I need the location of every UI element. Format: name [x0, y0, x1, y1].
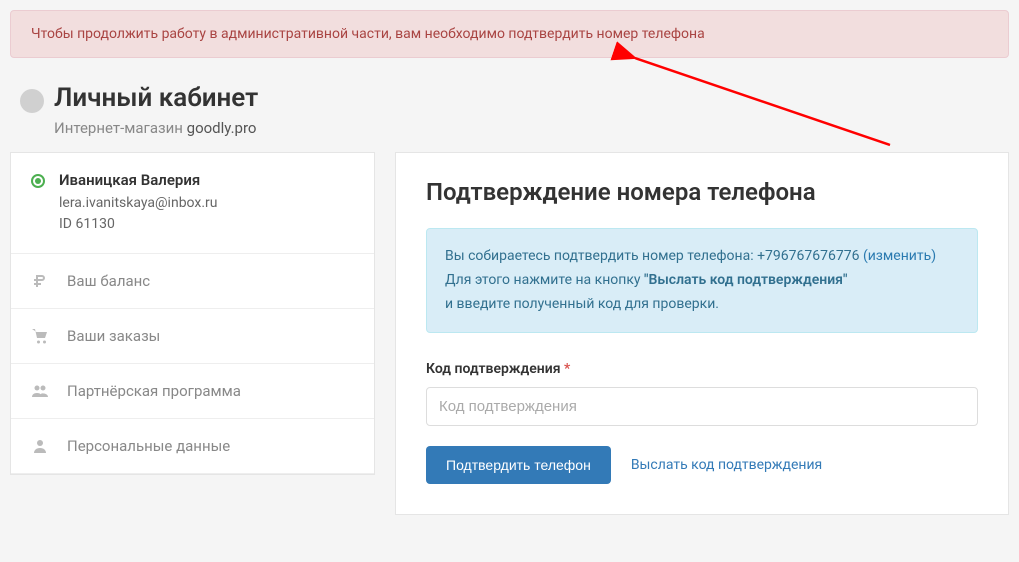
main-panel: Подтверждение номера телефона Вы собирае…: [395, 152, 1009, 515]
ruble-icon: [31, 273, 49, 289]
code-input[interactable]: [426, 387, 978, 426]
main-title: Подтверждение номера телефона: [426, 178, 978, 206]
sidebar-item-balance[interactable]: Ваш баланс: [11, 254, 374, 309]
user-id: ID 61130: [59, 214, 218, 235]
info-box: Вы собираетесь подтвердить номер телефон…: [426, 228, 978, 333]
users-icon: [31, 383, 49, 399]
sidebar-user-block: Иваницкая Валерия lera.ivanitskaya@inbox…: [11, 153, 374, 254]
sidebar-item-personal[interactable]: Персональные данные: [11, 419, 374, 474]
avatar-icon: [20, 89, 44, 113]
shop-domain: goodly.pro: [187, 119, 257, 137]
alert-text: Чтобы продолжить работу в административн…: [31, 26, 705, 42]
sidebar-item-label: Персональные данные: [67, 437, 230, 455]
status-online-icon: [31, 174, 45, 188]
user-name: Иваницкая Валерия: [59, 171, 218, 189]
user-icon: [31, 438, 49, 454]
page-subtitle: Интернет-магазин goodly.pro: [54, 119, 258, 137]
code-label: Код подтверждения *: [426, 361, 978, 377]
confirm-phone-button[interactable]: Подтвердить телефон: [426, 446, 611, 484]
change-phone-link[interactable]: (изменить): [863, 248, 936, 264]
sidebar-item-orders[interactable]: Ваши заказы: [11, 309, 374, 364]
sidebar-item-label: Ваш баланс: [67, 272, 150, 290]
sidebar: Иваницкая Валерия lera.ivanitskaya@inbox…: [10, 152, 375, 475]
user-email: lera.ivanitskaya@inbox.ru: [59, 193, 218, 214]
alert-banner: Чтобы продолжить работу в административн…: [10, 10, 1009, 58]
page-header: Личный кабинет Интернет-магазин goodly.p…: [0, 58, 1019, 152]
sidebar-item-label: Ваши заказы: [67, 327, 160, 345]
phone-number: +796767676776: [757, 248, 859, 264]
sidebar-item-label: Партнёрская программа: [67, 382, 241, 400]
sidebar-item-partner[interactable]: Партнёрская программа: [11, 364, 374, 419]
page-title: Личный кабинет: [54, 83, 258, 113]
resend-code-link[interactable]: Выслать код подтверждения: [631, 457, 822, 473]
cart-icon: [31, 328, 49, 344]
info-bold: "Выслать код подтверждения": [644, 272, 847, 288]
required-mark: *: [564, 361, 570, 377]
